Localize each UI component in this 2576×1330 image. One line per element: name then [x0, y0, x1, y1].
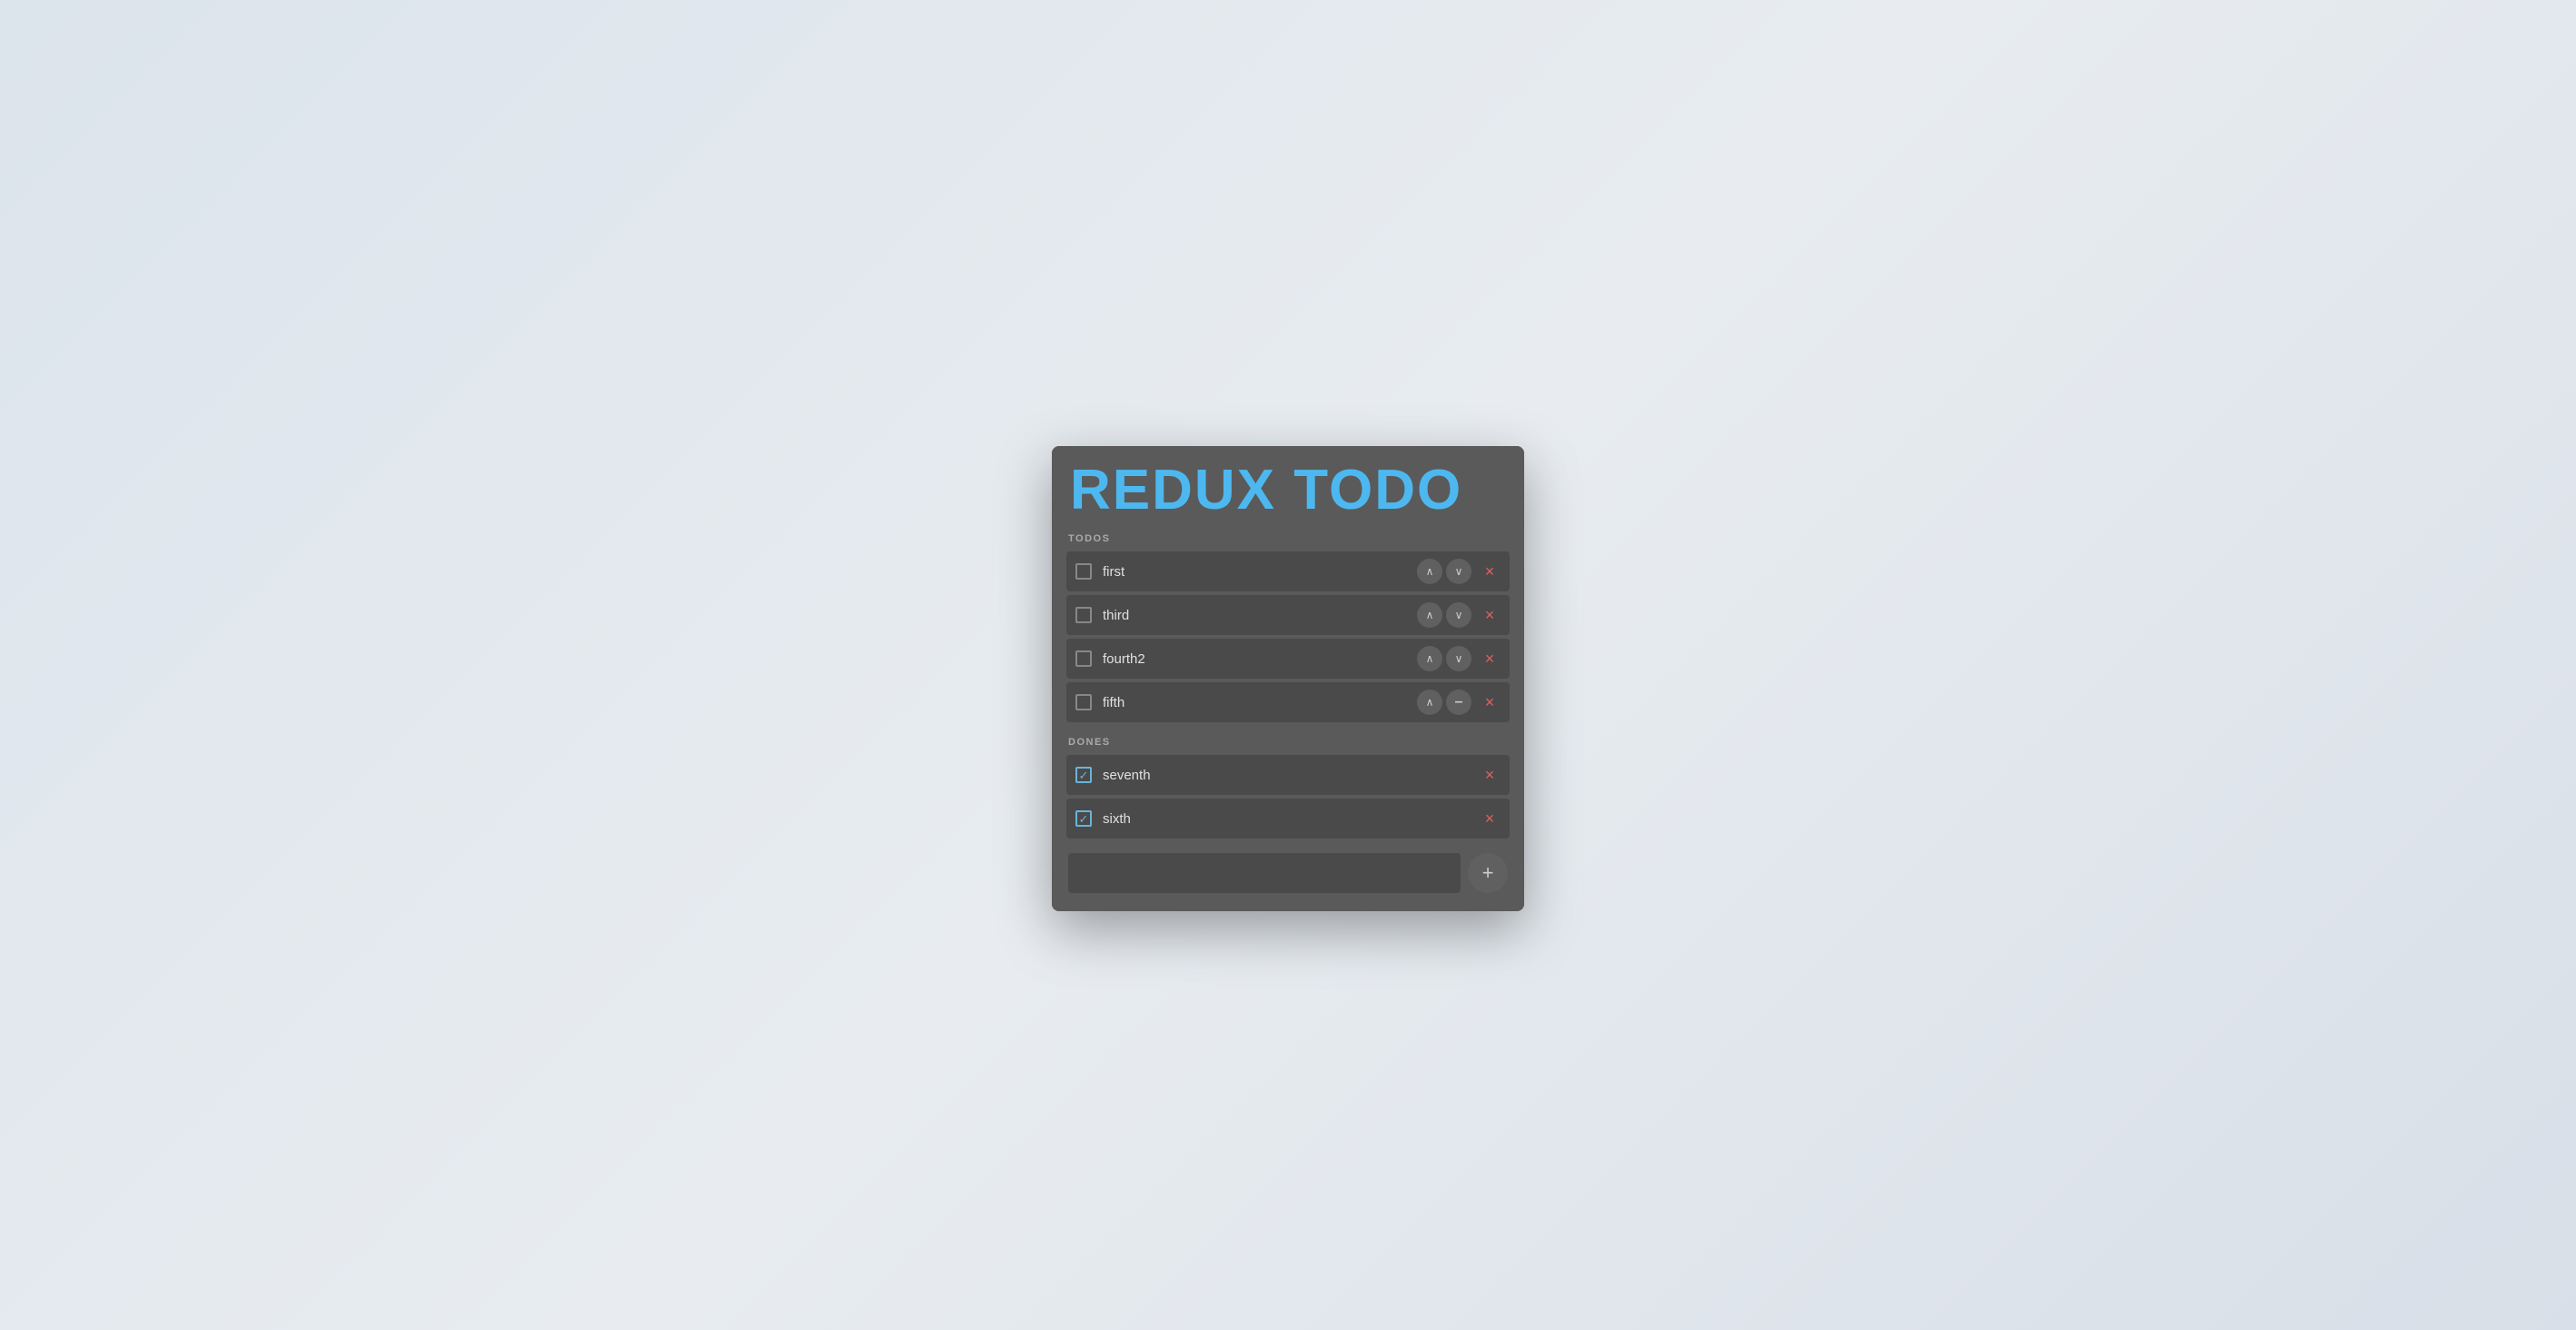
todo-item: first ∧ ∨ × [1066, 551, 1510, 591]
add-bar: + [1066, 853, 1510, 893]
todo-text-4: fifth [1103, 695, 1410, 710]
move-up-button-2[interactable]: ∧ [1417, 602, 1442, 628]
todo-text-1: first [1103, 564, 1410, 580]
todos-list: first ∧ ∨ × third ∧ ∨ × fo [1066, 551, 1510, 722]
new-todo-input[interactable] [1068, 853, 1461, 893]
done-item: seventh × [1066, 755, 1510, 795]
delete-button-1[interactable]: × [1479, 561, 1501, 582]
delete-button-4[interactable]: × [1479, 691, 1501, 713]
app-body: TODOS first ∧ ∨ × third ∧ ∨ × [1052, 519, 1524, 911]
dones-section-label: DONES [1066, 737, 1510, 748]
move-down-button-4[interactable]: – [1446, 690, 1471, 715]
done-checkbox-1[interactable] [1075, 767, 1092, 783]
todo-item: fourth2 ∧ ∨ × [1066, 639, 1510, 679]
todo-controls-4: ∧ – × [1417, 690, 1501, 715]
move-up-button-3[interactable]: ∧ [1417, 646, 1442, 671]
move-down-button-2[interactable]: ∨ [1446, 602, 1471, 628]
todo-controls-3: ∧ ∨ × [1417, 646, 1501, 671]
todo-text-2: third [1103, 608, 1410, 623]
todo-checkbox-4[interactable] [1075, 694, 1092, 710]
todos-section-label: TODOS [1066, 533, 1510, 544]
todo-controls-1: ∧ ∨ × [1417, 559, 1501, 584]
done-text-1: seventh [1103, 768, 1468, 783]
todo-text-3: fourth2 [1103, 651, 1410, 667]
sections-gap [1066, 726, 1510, 737]
move-down-button-1[interactable]: ∨ [1446, 559, 1471, 584]
dones-list: seventh × sixth × [1066, 755, 1510, 839]
delete-done-button-1[interactable]: × [1479, 764, 1501, 786]
move-down-button-3[interactable]: ∨ [1446, 646, 1471, 671]
todo-checkbox-3[interactable] [1075, 650, 1092, 667]
todo-item: third ∧ ∨ × [1066, 595, 1510, 635]
done-controls-2: × [1475, 808, 1501, 829]
delete-done-button-2[interactable]: × [1479, 808, 1501, 829]
todo-checkbox-2[interactable] [1075, 607, 1092, 623]
delete-button-2[interactable]: × [1479, 604, 1501, 626]
todo-item: fifth ∧ – × [1066, 682, 1510, 722]
move-up-button-1[interactable]: ∧ [1417, 559, 1442, 584]
delete-button-3[interactable]: × [1479, 648, 1501, 670]
done-controls-1: × [1475, 764, 1501, 786]
add-todo-button[interactable]: + [1468, 853, 1508, 893]
done-item: sixth × [1066, 799, 1510, 839]
done-checkbox-2[interactable] [1075, 810, 1092, 827]
done-text-2: sixth [1103, 811, 1468, 827]
todo-controls-2: ∧ ∨ × [1417, 602, 1501, 628]
move-up-button-4[interactable]: ∧ [1417, 690, 1442, 715]
app-container: REDUX TODO TODOS first ∧ ∨ × third ∧ ∨ [1052, 446, 1524, 911]
app-title: REDUX TODO [1052, 446, 1524, 519]
todo-checkbox-1[interactable] [1075, 563, 1092, 580]
